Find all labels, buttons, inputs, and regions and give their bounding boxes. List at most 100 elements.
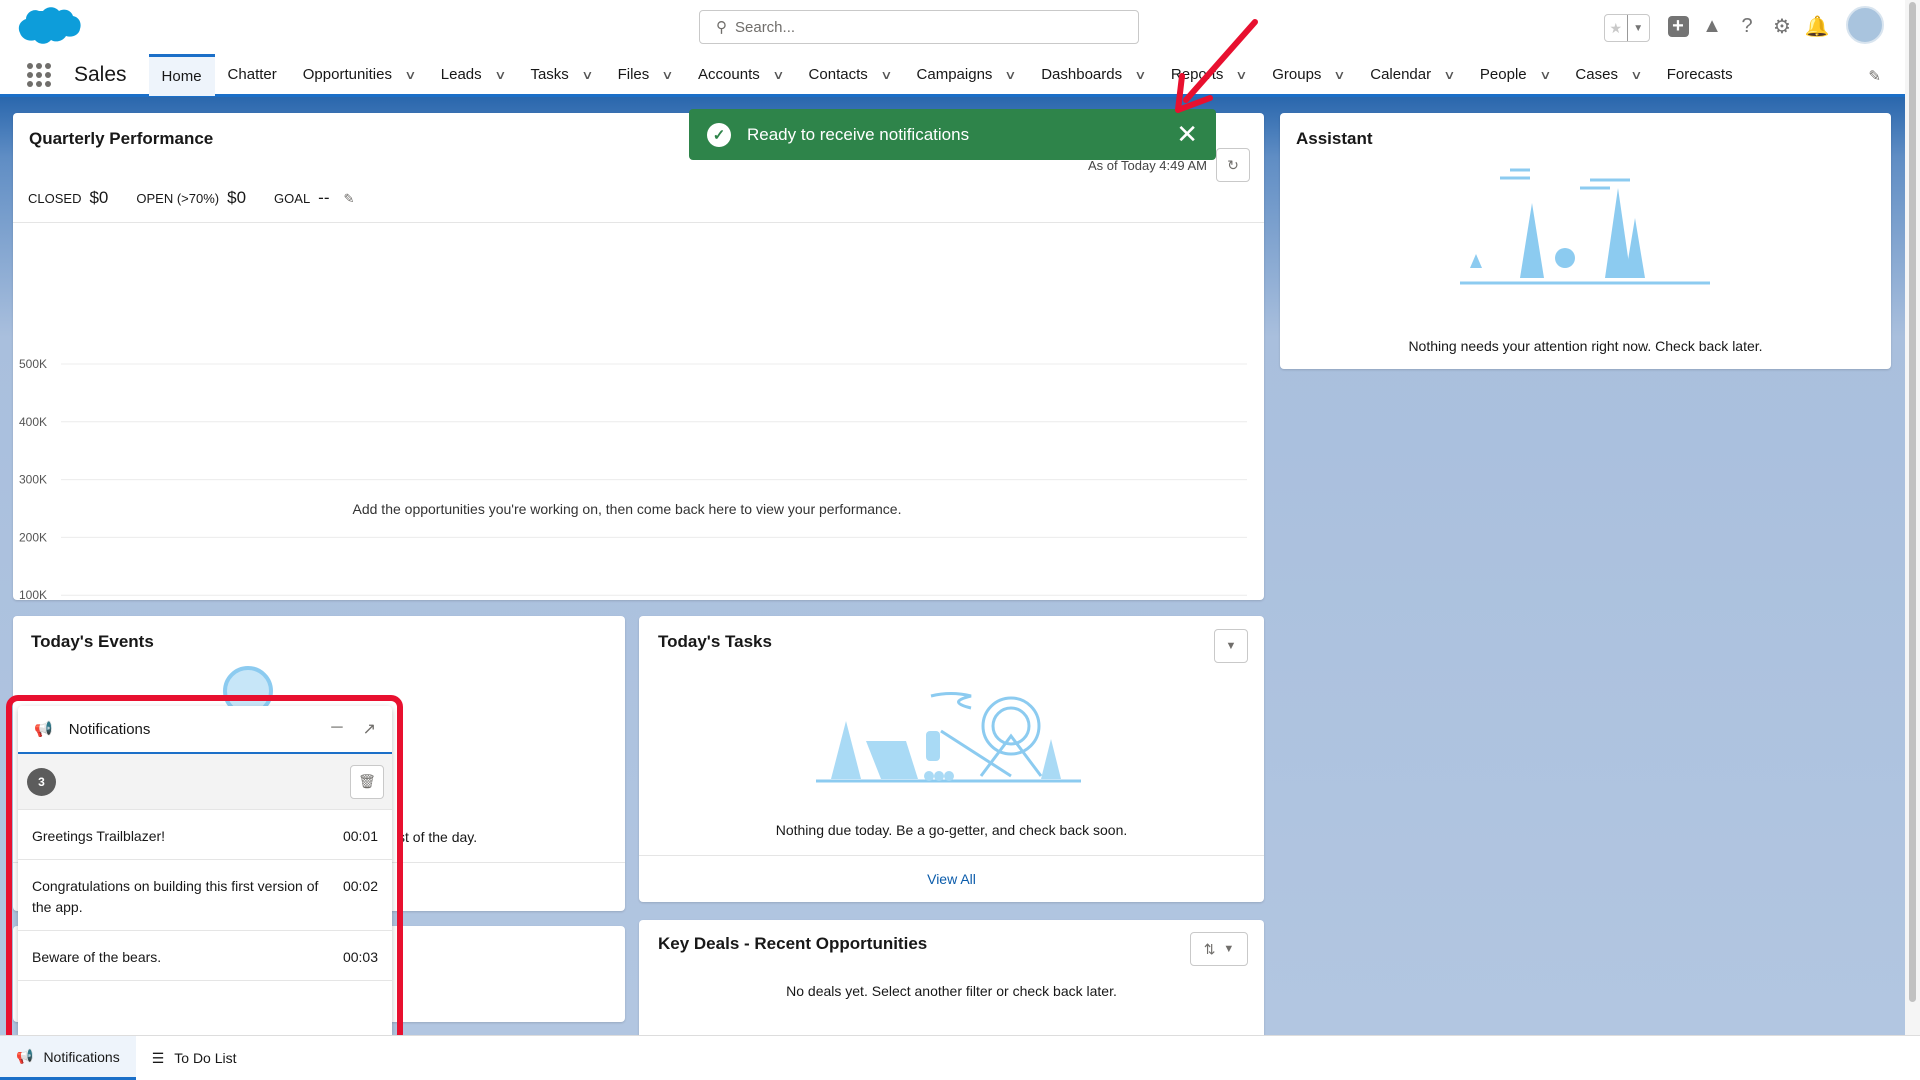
- page-scrollbar[interactable]: [1905, 0, 1920, 1035]
- close-toast-icon[interactable]: ✕: [1176, 119, 1198, 150]
- chevron-down-icon[interactable]: ∨: [1334, 68, 1346, 82]
- card-title: Today's Events: [31, 632, 154, 651]
- nav-tab-label: Calendar: [1370, 66, 1432, 83]
- goal-value: --: [318, 188, 330, 207]
- refresh-icon: ↻: [1227, 156, 1239, 173]
- nav-tab-files[interactable]: Files ∨: [605, 54, 685, 96]
- nav-tab-label: Groups: [1272, 66, 1322, 83]
- utility-notifications-tab[interactable]: 📢 Notifications: [0, 1036, 136, 1080]
- app-launcher-icon[interactable]: [27, 62, 51, 87]
- chevron-down-icon[interactable]: ∨: [661, 68, 673, 82]
- edit-goal-pencil-icon[interactable]: ✎: [344, 191, 355, 207]
- search-icon: ⚲: [716, 19, 727, 36]
- nav-tab-contacts[interactable]: Contacts ∨: [796, 54, 904, 96]
- nav-tab-leads[interactable]: Leads ∨: [428, 54, 518, 96]
- global-actions-plus-icon[interactable]: +: [1666, 14, 1690, 38]
- success-toast: ✓ Ready to receive notifications ✕: [689, 109, 1216, 160]
- tasks-message: Nothing due today. Be a go-getter, and c…: [775, 822, 1128, 838]
- nav-tab-label: People: [1479, 66, 1527, 83]
- chart-empty-message: Add the opportunities you're working on,…: [353, 501, 902, 517]
- nav-tab-tasks[interactable]: Tasks ∨: [517, 54, 604, 96]
- annotation-arrow: [1175, 19, 1258, 113]
- quarterly-performance-card: Quarterly Performance CLOSED $0 OPEN (>70…: [13, 113, 1264, 600]
- card-title: Quarterly Performance: [29, 129, 214, 148]
- y-tick-label: 300K: [19, 473, 47, 487]
- y-tick-label: 200K: [19, 530, 47, 544]
- nav-tab-home[interactable]: Home: [148, 53, 215, 96]
- edit-nav-pencil-icon[interactable]: ✎: [1868, 67, 1881, 85]
- y-tick-label: 100K: [19, 588, 47, 600]
- open-value: $0: [227, 188, 247, 207]
- view-all-link[interactable]: View All: [639, 871, 1264, 887]
- refresh-button[interactable]: ↻: [1216, 148, 1250, 182]
- chevron-down-icon[interactable]: ∨: [1443, 68, 1455, 82]
- chevron-down-icon[interactable]: ∨: [772, 68, 784, 82]
- global-search-input[interactable]: ⚲ Search...: [699, 10, 1139, 44]
- nav-tab-forecasts[interactable]: Forecasts: [1654, 54, 1746, 96]
- megaphone-icon: 📢: [16, 1048, 34, 1064]
- nav-tab-label: Cases: [1575, 66, 1618, 83]
- chevron-down-icon: ▼: [1223, 943, 1235, 955]
- search-placeholder: Search...: [735, 18, 796, 36]
- y-tick-label: 500K: [19, 357, 47, 371]
- nav-tab-label: Opportunities: [302, 66, 392, 83]
- nav-tab-dashboards[interactable]: Dashboards ∨: [1028, 54, 1158, 96]
- nav-tab-label: Tasks: [530, 66, 569, 83]
- nav-items: Home Chatter Opportunities ∨ Leads ∨ Tasks ∨ Fil…: [148, 53, 1746, 96]
- nav-tab-label: Forecasts: [1666, 66, 1733, 83]
- deals-sort-filter-button[interactable]: ⇅ ▼: [1190, 932, 1248, 966]
- utility-bar: 📢 Notifications ☰ To Do List: [0, 1035, 1920, 1080]
- card-title: Assistant: [1296, 129, 1373, 148]
- help-icon[interactable]: ?: [1735, 14, 1759, 38]
- utility-label: To Do List: [174, 1050, 237, 1066]
- nav-tab-people[interactable]: People ∨: [1467, 54, 1563, 96]
- closed-value: $0: [89, 188, 109, 207]
- nav-tab-accounts[interactable]: Accounts ∨: [685, 54, 796, 96]
- utility-todo-list-tab[interactable]: ☰ To Do List: [136, 1036, 253, 1080]
- chevron-down-icon[interactable]: ∨: [1539, 68, 1551, 82]
- nav-tab-label: Files: [617, 66, 650, 83]
- nav-tab-label: Home: [161, 67, 202, 85]
- nav-tab-label: Chatter: [227, 66, 277, 83]
- nav-tab-cases[interactable]: Cases ∨: [1562, 54, 1653, 96]
- performance-chart: 0100K200K300K400K500KFebMarAprMayJunAdd …: [19, 357, 1247, 600]
- nav-tab-calendar[interactable]: Calendar ∨: [1357, 54, 1467, 96]
- campfire-illustration: [816, 692, 1081, 783]
- divider: [639, 855, 1264, 856]
- open-label: OPEN (>70%): [136, 191, 220, 206]
- favorites-button[interactable]: ★ ▼: [1604, 14, 1650, 42]
- nav-tab-label: Contacts: [808, 66, 868, 83]
- chevron-down-icon[interactable]: ∨: [1134, 68, 1146, 82]
- chevron-down-icon[interactable]: ∨: [494, 68, 506, 82]
- events-message: st of the day.: [398, 829, 478, 845]
- nav-tab-opportunities[interactable]: Opportunities ∨: [290, 54, 428, 96]
- goal-label: GOAL: [274, 191, 311, 206]
- salesforce-logo[interactable]: [17, 6, 81, 50]
- favorites-dropdown-icon[interactable]: ▼: [1626, 15, 1650, 41]
- chevron-down-icon[interactable]: ∨: [1630, 68, 1642, 82]
- assistant-card: Assistant Nothing needs your attention r…: [1280, 113, 1891, 369]
- y-tick-label: 400K: [19, 415, 47, 429]
- favorites-star-icon[interactable]: ★: [1605, 15, 1627, 41]
- chevron-down-icon[interactable]: ∨: [880, 68, 892, 82]
- avatar[interactable]: [1846, 6, 1884, 44]
- chevron-down-icon[interactable]: ∨: [1005, 68, 1017, 82]
- trailhead-icon[interactable]: ▲: [1700, 14, 1724, 38]
- card-title: Key Deals - Recent Opportunities: [658, 934, 928, 953]
- utility-label: Notifications: [43, 1048, 120, 1065]
- nav-tab-label: Accounts: [698, 66, 760, 83]
- nav-tab-groups[interactable]: Groups ∨: [1259, 54, 1357, 96]
- nav-tab-label: Dashboards: [1041, 66, 1123, 83]
- notifications-bell-icon[interactable]: 🔔: [1805, 14, 1830, 38]
- success-check-icon: ✓: [707, 122, 731, 147]
- chevron-down-icon[interactable]: ∨: [404, 68, 416, 82]
- setup-gear-icon[interactable]: ⚙: [1770, 14, 1794, 38]
- closed-label: CLOSED: [28, 191, 82, 206]
- as-of-timestamp: As of Today 4:49 AM: [1088, 158, 1207, 173]
- chevron-down-icon[interactable]: ∨: [581, 68, 593, 82]
- nav-tab-campaigns[interactable]: Campaigns ∨: [904, 54, 1029, 96]
- tasks-filter-dropdown[interactable]: ▼: [1214, 629, 1248, 663]
- nav-tab-label: Leads: [440, 66, 482, 83]
- checklist-icon: ☰: [151, 1049, 165, 1066]
- nav-tab-chatter[interactable]: Chatter: [215, 54, 290, 96]
